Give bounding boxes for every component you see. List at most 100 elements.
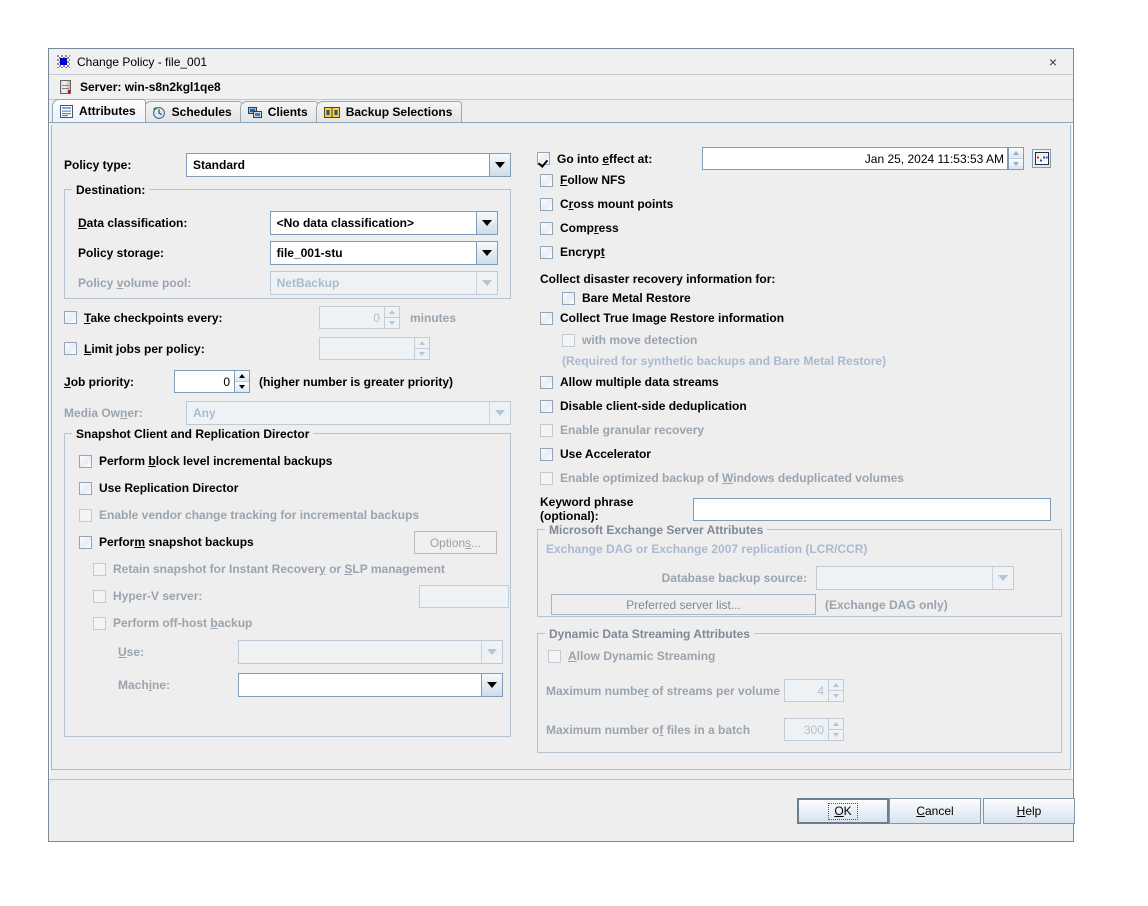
dialog-footer: OK Cancel Help xyxy=(49,779,1075,841)
limit-jobs-label: Limit jobs per policy: xyxy=(84,341,205,356)
checkbox-box[interactable] xyxy=(537,152,550,165)
preferred-server-list-label: Preferred server list... xyxy=(626,597,741,612)
tab-attributes[interactable]: Attributes xyxy=(52,99,146,122)
offhost-use-combo xyxy=(238,640,503,664)
checkbox-box[interactable] xyxy=(540,221,553,235)
tab-schedules[interactable]: Schedules xyxy=(143,101,242,122)
offhost-machine-combo[interactable] xyxy=(238,673,503,697)
backup-selections-icon xyxy=(323,106,340,119)
limit-jobs-row: Limit jobs per policy: xyxy=(64,337,529,360)
snapshot-backups-checkbox[interactable]: Perform snapshot backups xyxy=(79,535,254,549)
checkbox-box[interactable] xyxy=(540,375,553,389)
use-accelerator-label: Use Accelerator xyxy=(560,447,651,461)
checkbox-box[interactable] xyxy=(540,447,553,461)
take-checkpoints-row: Take checkpoints every: 0 minutes xyxy=(64,306,529,329)
use-accelerator-checkbox[interactable]: Use Accelerator xyxy=(540,447,651,461)
granular-recovery-checkbox: Enable granular recovery xyxy=(540,423,704,437)
data-classification-value: <No data classification> xyxy=(276,216,414,230)
policy-storage-label: Policy storage: xyxy=(78,246,165,260)
take-checkpoints-checkbox[interactable]: Take checkpoints every: xyxy=(64,311,319,325)
with-move-detection-label: with move detection xyxy=(582,333,698,347)
destination-group: Destination: Data classification: <No da… xyxy=(64,183,511,299)
limit-jobs-spinner xyxy=(319,337,430,360)
allow-dynamic-streaming-label: Allow Dynamic Streaming xyxy=(568,649,716,663)
compress-checkbox[interactable]: Compress xyxy=(540,221,619,235)
disable-client-dedup-checkbox[interactable]: Disable client-side deduplication xyxy=(540,399,747,413)
max-streams-value: 4 xyxy=(784,679,828,702)
checkbox-box[interactable] xyxy=(64,311,77,324)
max-files-row: Maximum number of files in a batch 300 xyxy=(546,718,1056,741)
bare-metal-restore-checkbox[interactable]: Bare Metal Restore xyxy=(562,291,691,305)
schedules-icon xyxy=(152,106,166,119)
allow-dynamic-streaming-checkbox: Allow Dynamic Streaming xyxy=(548,649,715,663)
destination-group-title: Destination: xyxy=(72,183,150,197)
chevron-down-icon[interactable] xyxy=(481,674,502,696)
exchange-dag-note: Exchange DAG or Exchange 2007 replicatio… xyxy=(546,542,868,556)
disable-client-dedup-label: Disable client-side deduplication xyxy=(560,399,747,413)
keyword-phrase-input[interactable] xyxy=(693,497,1051,521)
go-into-effect-value[interactable]: Jan 25, 2024 11:53:53 AM xyxy=(702,147,1008,170)
chevron-down-icon xyxy=(489,402,510,424)
checkbox-box xyxy=(93,589,106,603)
follow-nfs-checkbox[interactable]: Follow NFS xyxy=(540,173,625,187)
policy-type-combo[interactable]: Standard xyxy=(186,153,511,177)
job-priority-spinner[interactable]: 0 xyxy=(174,370,250,393)
help-button[interactable]: Help xyxy=(983,798,1075,824)
checkbox-box[interactable] xyxy=(79,454,92,468)
collect-tir-label: Collect True Image Restore information xyxy=(560,311,785,325)
data-classification-label: Data classification: xyxy=(78,216,188,230)
go-into-effect-label: Go into effect at: xyxy=(557,151,653,166)
checkbox-box[interactable] xyxy=(540,197,553,211)
policy-storage-row: Policy storage: file_001-stu xyxy=(78,241,498,265)
replication-director-checkbox[interactable]: Use Replication Director xyxy=(79,481,238,495)
checkbox-box[interactable] xyxy=(64,342,77,355)
cancel-button[interactable]: Cancel xyxy=(889,798,981,824)
offhost-machine-label: Machine: xyxy=(118,678,171,692)
ok-label: OK xyxy=(828,802,858,820)
follow-nfs-label: Follow NFS xyxy=(560,173,626,187)
tab-clients[interactable]: Clients xyxy=(239,101,318,122)
checkbox-box xyxy=(93,616,106,630)
allow-multiple-streams-checkbox[interactable]: Allow multiple data streams xyxy=(540,375,719,389)
checkbox-box[interactable] xyxy=(540,399,553,413)
collect-tir-checkbox[interactable]: Collect True Image Restore information xyxy=(540,311,784,325)
chevron-down-icon[interactable] xyxy=(476,212,497,234)
checkbox-box[interactable] xyxy=(79,481,92,495)
checkbox-box[interactable] xyxy=(540,245,553,259)
checkbox-box[interactable] xyxy=(540,173,553,187)
cancel-label: Cancel xyxy=(916,804,954,818)
checkbox-box[interactable] xyxy=(562,291,575,305)
checkbox-box[interactable] xyxy=(540,311,553,325)
max-streams-row: Maximum number of streams per volume 4 xyxy=(546,679,1056,702)
snapshot-options-label: Options... xyxy=(429,535,482,550)
spinner-buttons[interactable] xyxy=(1008,147,1024,170)
spinner-buttons[interactable] xyxy=(234,370,250,393)
media-owner-value: Any xyxy=(193,406,216,420)
job-priority-value[interactable]: 0 xyxy=(174,370,234,393)
cross-mount-points-label: Cross mount points xyxy=(560,197,674,211)
encrypt-label: Encrypt xyxy=(560,245,605,259)
cross-mount-points-checkbox[interactable]: Cross mount points xyxy=(540,197,673,211)
checkbox-box xyxy=(540,471,553,485)
block-level-checkbox[interactable]: Perform block level incremental backups xyxy=(79,454,332,468)
with-move-detection-checkbox: with move detection xyxy=(562,333,697,347)
offhost-backup-checkbox: Perform off-host backup xyxy=(93,616,252,630)
chevron-down-icon[interactable] xyxy=(489,154,510,176)
go-into-effect-spinner[interactable]: Jan 25, 2024 11:53:53 AM xyxy=(702,147,1024,170)
ok-button[interactable]: OK xyxy=(797,798,889,824)
tab-backup-selections[interactable]: Backup Selections xyxy=(315,101,463,122)
media-owner-label: Media Owner: xyxy=(64,406,143,420)
optimized-windows-checkbox: Enable optimized backup of Windows dedup… xyxy=(540,471,904,485)
go-into-effect-checkbox[interactable]: Go into effect at: xyxy=(537,152,702,166)
exchange-group-title: Microsoft Exchange Server Attributes xyxy=(545,523,768,537)
policy-storage-combo[interactable]: file_001-stu xyxy=(269,241,498,265)
chevron-down-icon[interactable] xyxy=(476,242,497,264)
encrypt-checkbox[interactable]: Encrypt xyxy=(540,245,605,259)
chevron-down-icon xyxy=(476,272,497,294)
max-files-value: 300 xyxy=(784,718,828,741)
close-icon[interactable]: × xyxy=(1033,49,1073,74)
calendar-icon[interactable] xyxy=(1032,149,1051,168)
limit-jobs-checkbox[interactable]: Limit jobs per policy: xyxy=(64,342,319,356)
checkbox-box[interactable] xyxy=(79,535,92,549)
data-classification-combo[interactable]: <No data classification> xyxy=(269,211,498,235)
